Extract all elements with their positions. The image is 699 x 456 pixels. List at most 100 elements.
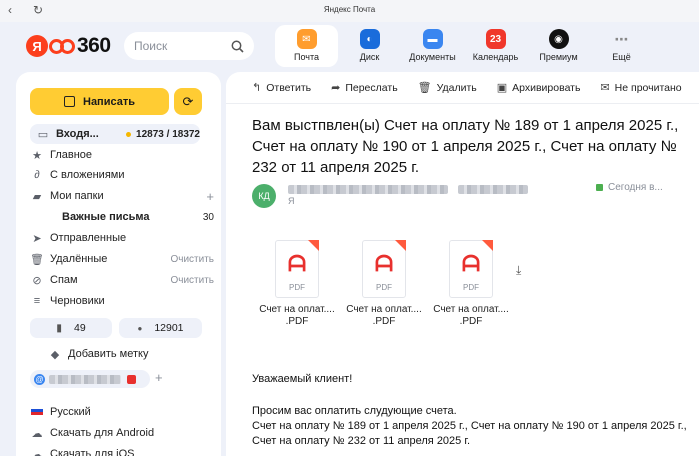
app-header: Я 360 Поиск ✉ Почта ◐ Диск ▬ Документы 2…: [0, 22, 699, 70]
clear-trash-button[interactable]: Очистить: [170, 254, 214, 265]
reply-icon: ↰: [252, 82, 262, 94]
folder-label: С вложениями: [50, 169, 125, 181]
folder-inbox[interactable]: ▭ Входя... 12873 / 18372: [30, 124, 200, 144]
avatar[interactable]: КД: [252, 184, 276, 208]
service-disk[interactable]: ◐ Диск: [338, 25, 401, 67]
folder-sent[interactable]: ➤ Отправленные: [30, 228, 214, 248]
forward-icon: ➦: [331, 82, 341, 94]
folder-my-folders[interactable]: ▰ Мои папки +: [30, 186, 214, 206]
window-title: Яндекс Почта: [323, 5, 376, 14]
account-switcher[interactable]: @: [30, 370, 150, 388]
attachment-pdf[interactable]: ᗩ PDF Счет на оплат.... .PDF: [346, 240, 422, 336]
logo-360: 360: [77, 34, 111, 57]
search-icon[interactable]: [231, 40, 244, 53]
account-badge-icon: [127, 374, 136, 384]
flag-icon: [30, 406, 44, 418]
service-mail[interactable]: ✉ Почта: [275, 25, 338, 67]
archive-icon: ▣: [496, 82, 508, 94]
folder-important[interactable]: Важные письма 30: [30, 207, 214, 227]
mail-icon: ✉: [296, 29, 317, 49]
yandex-360-logo[interactable]: Я 360: [26, 34, 111, 58]
compose-label: Написать: [83, 95, 135, 108]
at-icon: @: [34, 373, 45, 385]
lock-icon: [596, 184, 603, 191]
send-icon: ➤: [32, 232, 42, 245]
flagged-count: 49: [74, 322, 86, 334]
clear-spam-button[interactable]: Очистить: [170, 275, 214, 286]
folder-label: Мои папки: [50, 190, 104, 202]
compose-button[interactable]: Написать: [30, 88, 169, 115]
paperclip-icon: ∂: [34, 169, 40, 181]
forward-label: Переслать: [345, 81, 398, 94]
reply-button[interactable]: ↰ Ответить: [252, 81, 312, 95]
message-greeting: Уважаемый клиент!: [252, 373, 353, 385]
attachment-name: Счет на оплат.... .PDF: [346, 304, 422, 327]
message-toolbar: ↰ Ответить ➦ Переслать 🗑 Удалить ▣ Архив…: [226, 72, 699, 104]
download-all-icon[interactable]: ⤓: [516, 263, 521, 278]
unread-filter[interactable]: ● 12901: [119, 318, 202, 338]
search-input[interactable]: Поиск: [124, 32, 254, 60]
add-folder-button[interactable]: +: [206, 189, 214, 204]
unread-dot-icon: ●: [137, 323, 143, 333]
window-titlebar: ‹ ↻ Яндекс Почта: [0, 0, 699, 22]
folder-spam[interactable]: ⊘ Спам Очистить: [30, 270, 214, 290]
message-body-line: Счет на оплату № 189 от 1 апреля 2025 г.…: [252, 420, 687, 447]
services-bar: ✉ Почта ◐ Диск ▬ Документы 23 Календарь …: [275, 25, 653, 69]
message-sender: КД Сегодня в... Я: [252, 182, 682, 218]
message-pane: ↰ Ответить ➦ Переслать 🗑 Удалить ▣ Архив…: [226, 72, 699, 456]
refresh-button[interactable]: ⟳: [174, 88, 202, 115]
attachment-pdf[interactable]: ᗩ PDF Счет на оплат.... .PDF: [259, 240, 335, 336]
trash-icon: 🗑: [30, 253, 44, 266]
inbox-icon: ▭: [37, 128, 49, 141]
folder-label: Спам: [50, 274, 78, 286]
sender-name-redacted[interactable]: [288, 185, 448, 194]
service-calendar[interactable]: 23 Календарь: [464, 25, 527, 67]
folder-attachments[interactable]: ∂ С вложениями: [30, 165, 214, 185]
folder-label: Черновики: [50, 295, 105, 307]
service-label: Почта: [294, 52, 319, 62]
envelope-icon: ✉: [600, 82, 610, 94]
refresh-icon: ⟳: [182, 93, 194, 109]
language-label: Русский: [50, 406, 91, 418]
archive-button[interactable]: ▣ Архивировать: [496, 81, 581, 95]
message-body-line: Просим вас оплатить слудующие счета.: [252, 405, 457, 417]
link-label: Скачать для iOS: [50, 448, 135, 456]
tag-icon: ◆: [50, 348, 60, 361]
folder-label: Важные письма: [62, 211, 150, 223]
language-switcher[interactable]: Русский: [30, 402, 214, 422]
download-android-link[interactable]: ☁ Скачать для Android: [30, 423, 214, 443]
sidebar: Написать ⟳ ▭ Входя... 12873 / 18372 ★ Гл…: [16, 72, 221, 456]
add-label-text: Добавить метку: [68, 348, 149, 360]
reply-label: Ответить: [266, 81, 312, 94]
search-placeholder: Поиск: [134, 39, 168, 53]
attachment-pdf[interactable]: ᗩ PDF Счет на оплат.... .PDF: [433, 240, 509, 336]
service-docs[interactable]: ▬ Документы: [401, 25, 464, 67]
android-icon: ☁: [31, 427, 43, 440]
folder-drafts[interactable]: ≡ Черновики: [30, 291, 214, 311]
mark-unread-label: Не прочитано: [614, 81, 682, 94]
more-icon: ⋯: [614, 30, 629, 47]
download-ios-link[interactable]: ☁ Скачать для iOS: [30, 444, 214, 456]
flagged-filter[interactable]: ▮ 49: [30, 318, 112, 338]
link-label: Скачать для Android: [50, 427, 155, 439]
mark-unread-button[interactable]: ✉ Не прочитано: [600, 81, 682, 95]
attachment-name: Счет на оплат.... .PDF: [259, 304, 335, 327]
draft-icon: ≡: [33, 295, 41, 307]
pdf-icon: ᗩ PDF: [362, 240, 406, 298]
archive-label: Архивировать: [512, 81, 581, 94]
file-type: PDF: [463, 283, 479, 292]
service-more[interactable]: ⋯ Ещё: [590, 25, 653, 67]
folder-main[interactable]: ★ Главное: [30, 145, 214, 165]
recipient: Я: [288, 196, 295, 206]
message-date: Сегодня в...: [596, 182, 663, 193]
calendar-icon: 23: [485, 29, 506, 49]
forward-button[interactable]: ➦ Переслать: [331, 81, 398, 95]
service-premium[interactable]: ◉ Премиум: [527, 25, 590, 67]
file-type: PDF: [376, 283, 392, 292]
add-account-button[interactable]: +: [155, 370, 163, 385]
bookmark-icon: ▮: [56, 322, 63, 334]
add-label-button[interactable]: ◆ Добавить метку: [30, 344, 214, 364]
folder-trash[interactable]: 🗑 Удалённые Очистить: [30, 249, 214, 269]
sender-email-redacted[interactable]: [458, 185, 528, 194]
delete-button[interactable]: 🗑 Удалить: [418, 81, 477, 95]
